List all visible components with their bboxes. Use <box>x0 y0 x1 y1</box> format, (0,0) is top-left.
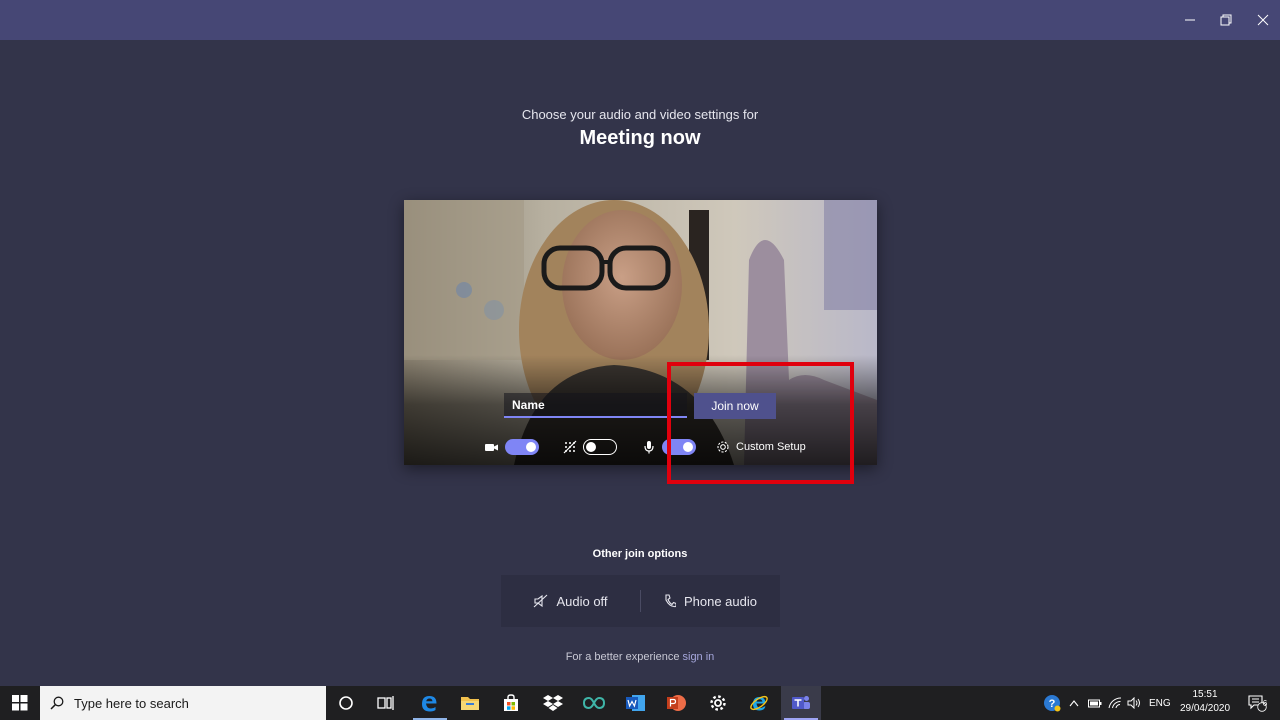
tray-wifi[interactable] <box>1106 686 1124 720</box>
search-input[interactable] <box>74 695 304 711</box>
wifi-icon <box>1108 697 1122 709</box>
title-bar <box>0 0 1280 40</box>
gear-icon <box>717 441 729 453</box>
phone-icon <box>665 594 676 608</box>
tray-show-hidden[interactable] <box>1066 686 1082 720</box>
join-now-button[interactable]: Join now <box>694 393 776 419</box>
microphone-toggle[interactable] <box>662 439 696 455</box>
other-join-options: Audio off Phone audio <box>501 575 780 627</box>
restore-button[interactable] <box>1208 0 1244 40</box>
battery-icon <box>1088 699 1102 707</box>
close-button[interactable] <box>1245 0 1280 40</box>
tray-language[interactable]: ENG <box>1149 686 1173 720</box>
taskbar-dropbox[interactable] <box>534 686 572 720</box>
taskbar: ? ENG 15:51 29/04/2020 6 <box>0 686 1280 720</box>
powerpoint-icon <box>667 695 686 711</box>
phone-audio-label: Phone audio <box>683 593 757 609</box>
prejoin-subtitle: Choose your audio and video settings for <box>521 107 759 122</box>
custom-setup-button[interactable]: Custom Setup <box>716 436 806 458</box>
clock-date: 29/04/2020 <box>1179 703 1231 714</box>
cortana-icon <box>339 696 353 710</box>
file-explorer-icon <box>461 697 479 710</box>
help-icon: ? <box>1044 695 1061 712</box>
taskbar-settings[interactable] <box>699 686 737 720</box>
taskbar-powerpoint[interactable] <box>658 686 696 720</box>
signin-prompt: For a better experience sign in <box>0 651 1280 663</box>
camera-icon <box>484 440 499 454</box>
tray-help[interactable]: ? <box>1040 686 1064 720</box>
other-join-options-title: Other join options <box>592 548 688 560</box>
audio-off-option[interactable]: Audio off <box>501 575 640 627</box>
word-icon <box>626 695 645 711</box>
arduino-icon <box>583 696 605 710</box>
taskbar-arduino[interactable] <box>575 686 613 720</box>
settings-icon <box>710 695 726 711</box>
minimize-button[interactable] <box>1172 0 1208 40</box>
phone-audio-option[interactable]: Phone audio <box>641 575 780 627</box>
restore-icon <box>1220 14 1232 26</box>
windows-logo-icon <box>12 695 28 711</box>
taskbar-search[interactable] <box>40 686 326 720</box>
minimize-icon <box>1185 19 1195 21</box>
sign-in-link[interactable]: sign in <box>683 651 715 663</box>
store-icon <box>504 694 518 711</box>
taskbar-file-explorer[interactable] <box>451 686 489 720</box>
teams-icon <box>792 696 810 709</box>
camera-toggle[interactable] <box>505 439 539 455</box>
taskbar-edge[interactable] <box>410 686 448 720</box>
tray-volume[interactable] <box>1125 686 1143 720</box>
signin-prefix: For a better experience <box>565 651 680 663</box>
taskbar-teams[interactable] <box>781 686 821 720</box>
video-preview: Join now Custom Setup <box>404 200 877 465</box>
background-blur-icon <box>563 440 577 454</box>
dropbox-icon <box>543 695 563 711</box>
close-icon <box>1257 14 1269 26</box>
volume-icon <box>1127 697 1140 709</box>
taskbar-word[interactable] <box>617 686 655 720</box>
name-input[interactable] <box>504 393 687 418</box>
notification-center-button[interactable]: 6 <box>1240 686 1274 720</box>
notification-count: 6 <box>1262 699 1268 708</box>
speaker-off-icon <box>534 594 548 608</box>
internet-explorer-icon <box>750 695 768 711</box>
taskbar-store[interactable] <box>492 686 530 720</box>
background-blur-toggle[interactable] <box>583 439 617 455</box>
taskbar-task-view[interactable] <box>368 686 404 720</box>
taskbar-cortana[interactable] <box>328 686 364 720</box>
edge-icon <box>422 696 437 712</box>
tray-battery[interactable] <box>1086 686 1104 720</box>
meeting-title: Meeting now <box>579 127 701 149</box>
device-controls: Custom Setup <box>404 436 877 458</box>
chevron-up-icon <box>1069 700 1079 707</box>
custom-setup-label: Custom Setup <box>736 441 806 453</box>
tray-clock[interactable]: 15:51 29/04/2020 <box>1174 688 1236 716</box>
audio-off-label: Audio off <box>556 593 608 609</box>
microphone-icon <box>643 440 655 454</box>
clock-time: 15:51 <box>1192 689 1218 700</box>
search-icon <box>50 696 64 710</box>
taskbar-internet-explorer[interactable] <box>740 686 778 720</box>
start-button[interactable] <box>0 686 40 720</box>
task-view-icon <box>377 696 394 710</box>
